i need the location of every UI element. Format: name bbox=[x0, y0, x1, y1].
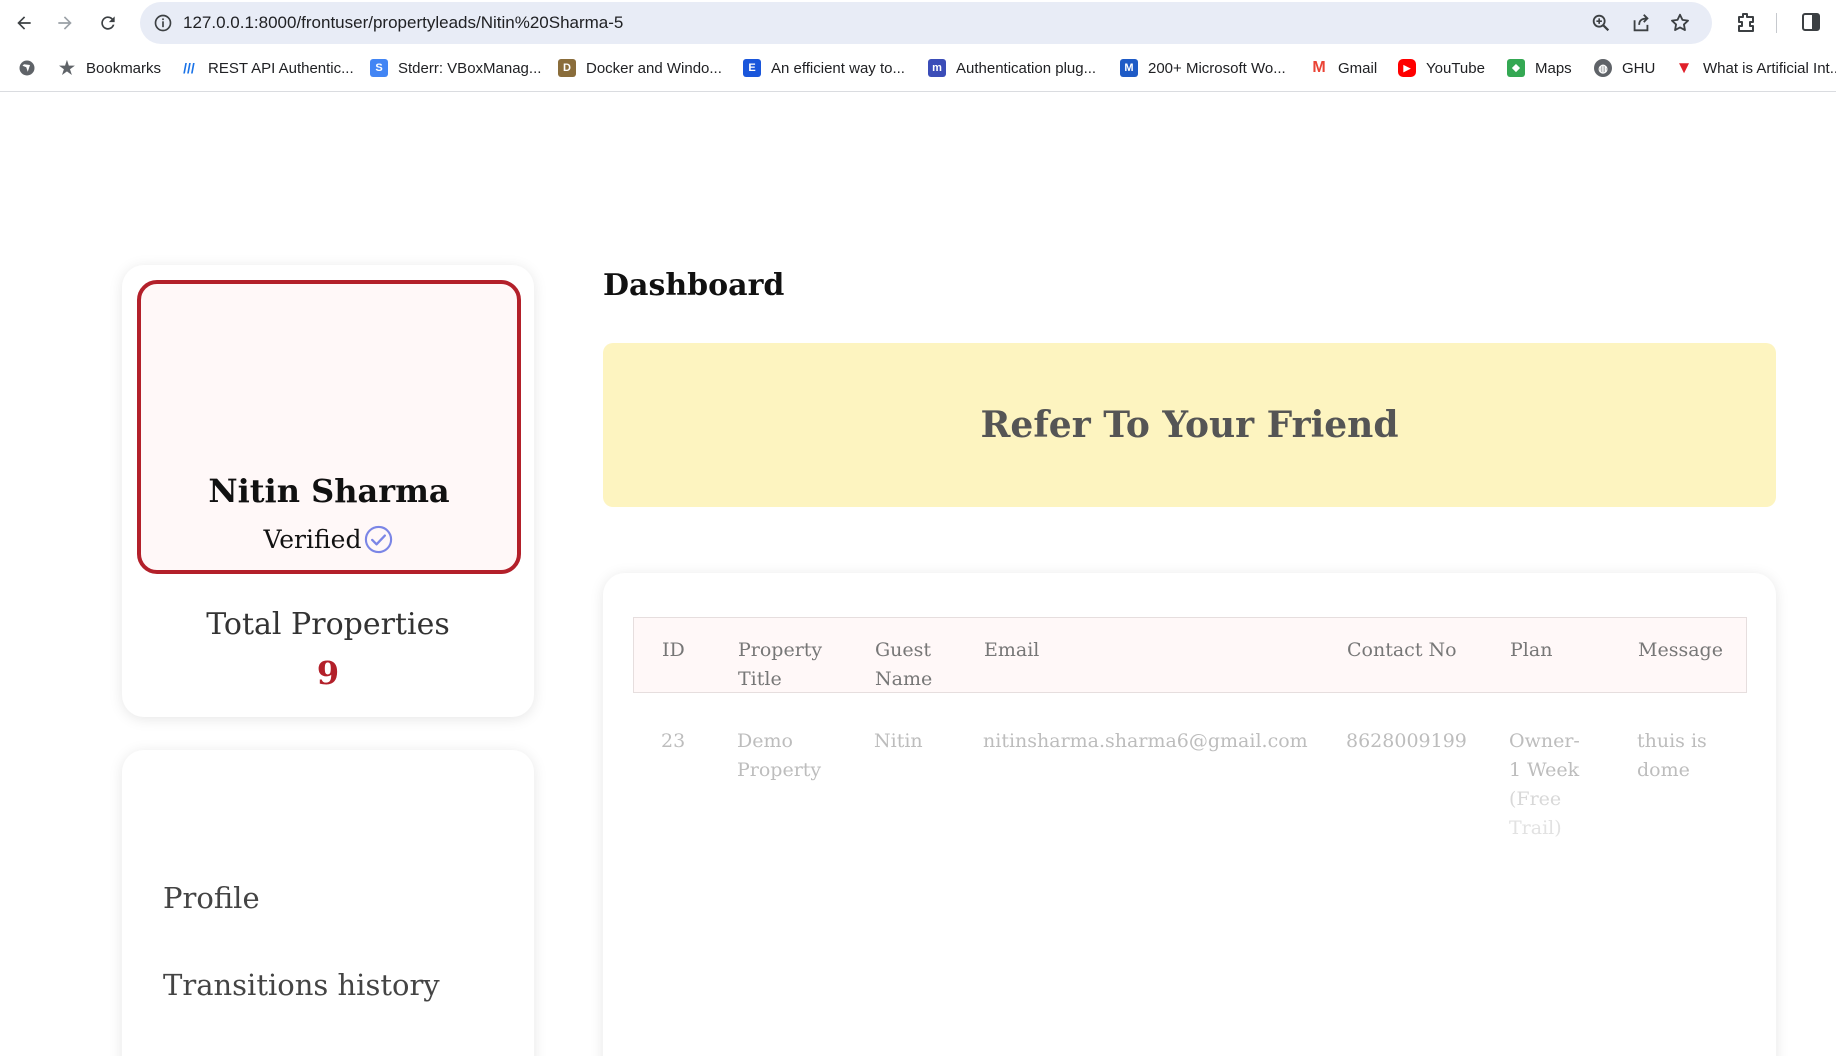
url-text[interactable]: 127.0.0.1:8000/frontuser/propertyleads/N… bbox=[183, 13, 623, 33]
bookmark-gmail[interactable]: M Gmail bbox=[1310, 56, 1377, 80]
share-icon[interactable] bbox=[1630, 12, 1652, 34]
refer-banner[interactable]: Refer To Your Friend bbox=[603, 343, 1776, 507]
bookmark-rest-api[interactable]: /// REST API Authentic... bbox=[180, 56, 354, 80]
bookmark-ai[interactable]: ▼ What is Artificial Int... bbox=[1675, 56, 1836, 80]
cell-id: 23 bbox=[661, 730, 686, 752]
bookmark-label: YouTube bbox=[1426, 59, 1485, 77]
cell-line: dome bbox=[1637, 759, 1690, 781]
bookmark-label: Bookmarks bbox=[86, 59, 162, 77]
profile-box: Nitin Sharma Verified bbox=[137, 280, 521, 574]
bookmark-authentication[interactable]: m Authentication plug... bbox=[928, 56, 1096, 80]
bookmark-efficient[interactable]: E An efficient way to... bbox=[743, 56, 905, 80]
bookmark-maps[interactable]: ⬥ Maps bbox=[1507, 56, 1572, 80]
total-properties-count: 9 bbox=[316, 654, 340, 692]
gmail-icon: M bbox=[1312, 59, 1326, 76]
header-contact-label: Contact No bbox=[1347, 639, 1457, 661]
side-menu: Profile Transitions history bbox=[122, 750, 534, 1056]
header-message: Message bbox=[1638, 636, 1723, 665]
header-guest-name: Guest Name bbox=[875, 636, 932, 694]
side-panel-icon[interactable] bbox=[1799, 10, 1823, 34]
browser-toolbar: 127.0.0.1:8000/frontuser/propertyleads/N… bbox=[0, 0, 1836, 46]
bookmarks-bar: ★ Bookmarks /// REST API Authentic... S … bbox=[0, 53, 1836, 83]
maps-icon: ⬥ bbox=[1507, 59, 1525, 77]
header-id-label: ID bbox=[662, 639, 685, 661]
bookmark-bookmarks[interactable]: ★ Bookmarks bbox=[58, 56, 161, 80]
microsoft-favicon-icon: M bbox=[1120, 59, 1138, 77]
verified-label: Verified bbox=[263, 525, 362, 554]
bookmark-label: GHU bbox=[1622, 59, 1656, 77]
ai-favicon-icon: ▼ bbox=[1675, 58, 1693, 77]
authentication-favicon-icon: m bbox=[928, 59, 946, 77]
bookmark-label: Gmail bbox=[1338, 59, 1378, 77]
site-info-icon[interactable] bbox=[153, 13, 173, 33]
forward-icon[interactable] bbox=[51, 9, 79, 37]
chrome-divider bbox=[0, 91, 1836, 92]
header-label-line: Name bbox=[875, 668, 933, 690]
bookmark-label: An efficient way to... bbox=[771, 59, 905, 77]
table-header: ID Property Title Guest Name Email Conta… bbox=[633, 617, 1747, 693]
menu-item-profile[interactable]: Profile bbox=[163, 881, 260, 915]
bookmark-label: REST API Authentic... bbox=[208, 59, 354, 77]
bookmark-star-icon[interactable] bbox=[1669, 12, 1691, 34]
zoom-icon[interactable] bbox=[1590, 12, 1612, 34]
cell-contact-no: 8628009199 bbox=[1346, 730, 1467, 752]
cell-line: thuis is bbox=[1637, 730, 1707, 752]
apps-icon[interactable] bbox=[18, 56, 36, 80]
header-label-line: Property bbox=[738, 639, 823, 661]
extensions-icon[interactable] bbox=[1734, 10, 1758, 34]
cell-line: 1 Week bbox=[1509, 759, 1580, 781]
cell-email: nitinsharma.sharma6@gmail.com bbox=[983, 730, 1308, 752]
header-id: ID bbox=[662, 636, 685, 665]
page-title: Dashboard bbox=[603, 268, 785, 303]
bookmark-youtube[interactable]: ▶ YouTube bbox=[1398, 56, 1485, 80]
document-favicon-icon: E bbox=[743, 59, 761, 77]
profile-card: Nitin Sharma Verified Total Properties 9 bbox=[122, 265, 534, 717]
header-label-line: Guest bbox=[875, 639, 932, 661]
cell-plan: Owner- 1 Week (Free Trail) bbox=[1509, 727, 1580, 843]
rest-api-favicon-icon: /// bbox=[183, 60, 195, 76]
toolbar-separator bbox=[1776, 13, 1777, 33]
address-bar[interactable]: 127.0.0.1:8000/frontuser/propertyleads/N… bbox=[140, 2, 1712, 44]
cell-line: Demo bbox=[737, 730, 793, 752]
bookmark-docker[interactable]: D Docker and Windo... bbox=[558, 56, 722, 80]
cell-line: (Free bbox=[1509, 788, 1562, 810]
verified-check-icon bbox=[365, 525, 393, 554]
verified-status: Verified bbox=[141, 524, 517, 555]
header-label-line: Title bbox=[738, 668, 782, 690]
star-icon: ★ bbox=[58, 57, 76, 78]
docker-favicon-icon: D bbox=[558, 59, 576, 77]
stderr-favicon-icon: S bbox=[370, 59, 388, 77]
bookmark-stderr[interactable]: S Stderr: VBoxManag... bbox=[370, 56, 541, 80]
back-icon[interactable] bbox=[10, 9, 38, 37]
menu-item-transitions-history[interactable]: Transitions history bbox=[163, 968, 440, 1002]
header-message-label: Message bbox=[1638, 639, 1723, 661]
bookmark-label: What is Artificial Int... bbox=[1703, 59, 1836, 77]
bookmark-label: 200+ Microsoft Wo... bbox=[1148, 59, 1286, 77]
globe-icon: ◍ bbox=[1594, 59, 1612, 77]
profile-name: Nitin Sharma bbox=[208, 472, 450, 510]
total-properties-label: Total Properties bbox=[206, 607, 450, 642]
youtube-icon: ▶ bbox=[1398, 59, 1416, 77]
refer-banner-text: Refer To Your Friend bbox=[980, 404, 1399, 446]
bookmark-label: Authentication plug... bbox=[956, 59, 1097, 77]
bookmark-label: Maps bbox=[1535, 59, 1572, 77]
cell-guest-name: Nitin bbox=[874, 730, 923, 752]
header-plan-label: Plan bbox=[1510, 639, 1553, 661]
header-plan: Plan bbox=[1510, 636, 1552, 665]
header-property-title: Property Title bbox=[738, 636, 822, 694]
cell-line: Property bbox=[737, 759, 822, 781]
bookmark-label: Docker and Windo... bbox=[586, 59, 722, 77]
header-email-label: Email bbox=[984, 639, 1040, 661]
reload-icon[interactable] bbox=[94, 9, 122, 37]
header-email: Email bbox=[984, 636, 1039, 665]
bookmark-microsoft[interactable]: M 200+ Microsoft Wo... bbox=[1120, 56, 1286, 80]
header-contact-no: Contact No bbox=[1347, 636, 1457, 665]
bookmark-ghu[interactable]: ◍ GHU bbox=[1594, 56, 1655, 80]
leads-table: ID Property Title Guest Name Email Conta… bbox=[603, 573, 1776, 1056]
cell-message: thuis is dome bbox=[1637, 727, 1707, 785]
bookmark-label: Stderr: VBoxManag... bbox=[398, 59, 542, 77]
cell-property-title: Demo Property bbox=[737, 727, 821, 785]
cell-line: Owner- bbox=[1509, 730, 1580, 752]
cell-line: Trail) bbox=[1509, 817, 1562, 839]
